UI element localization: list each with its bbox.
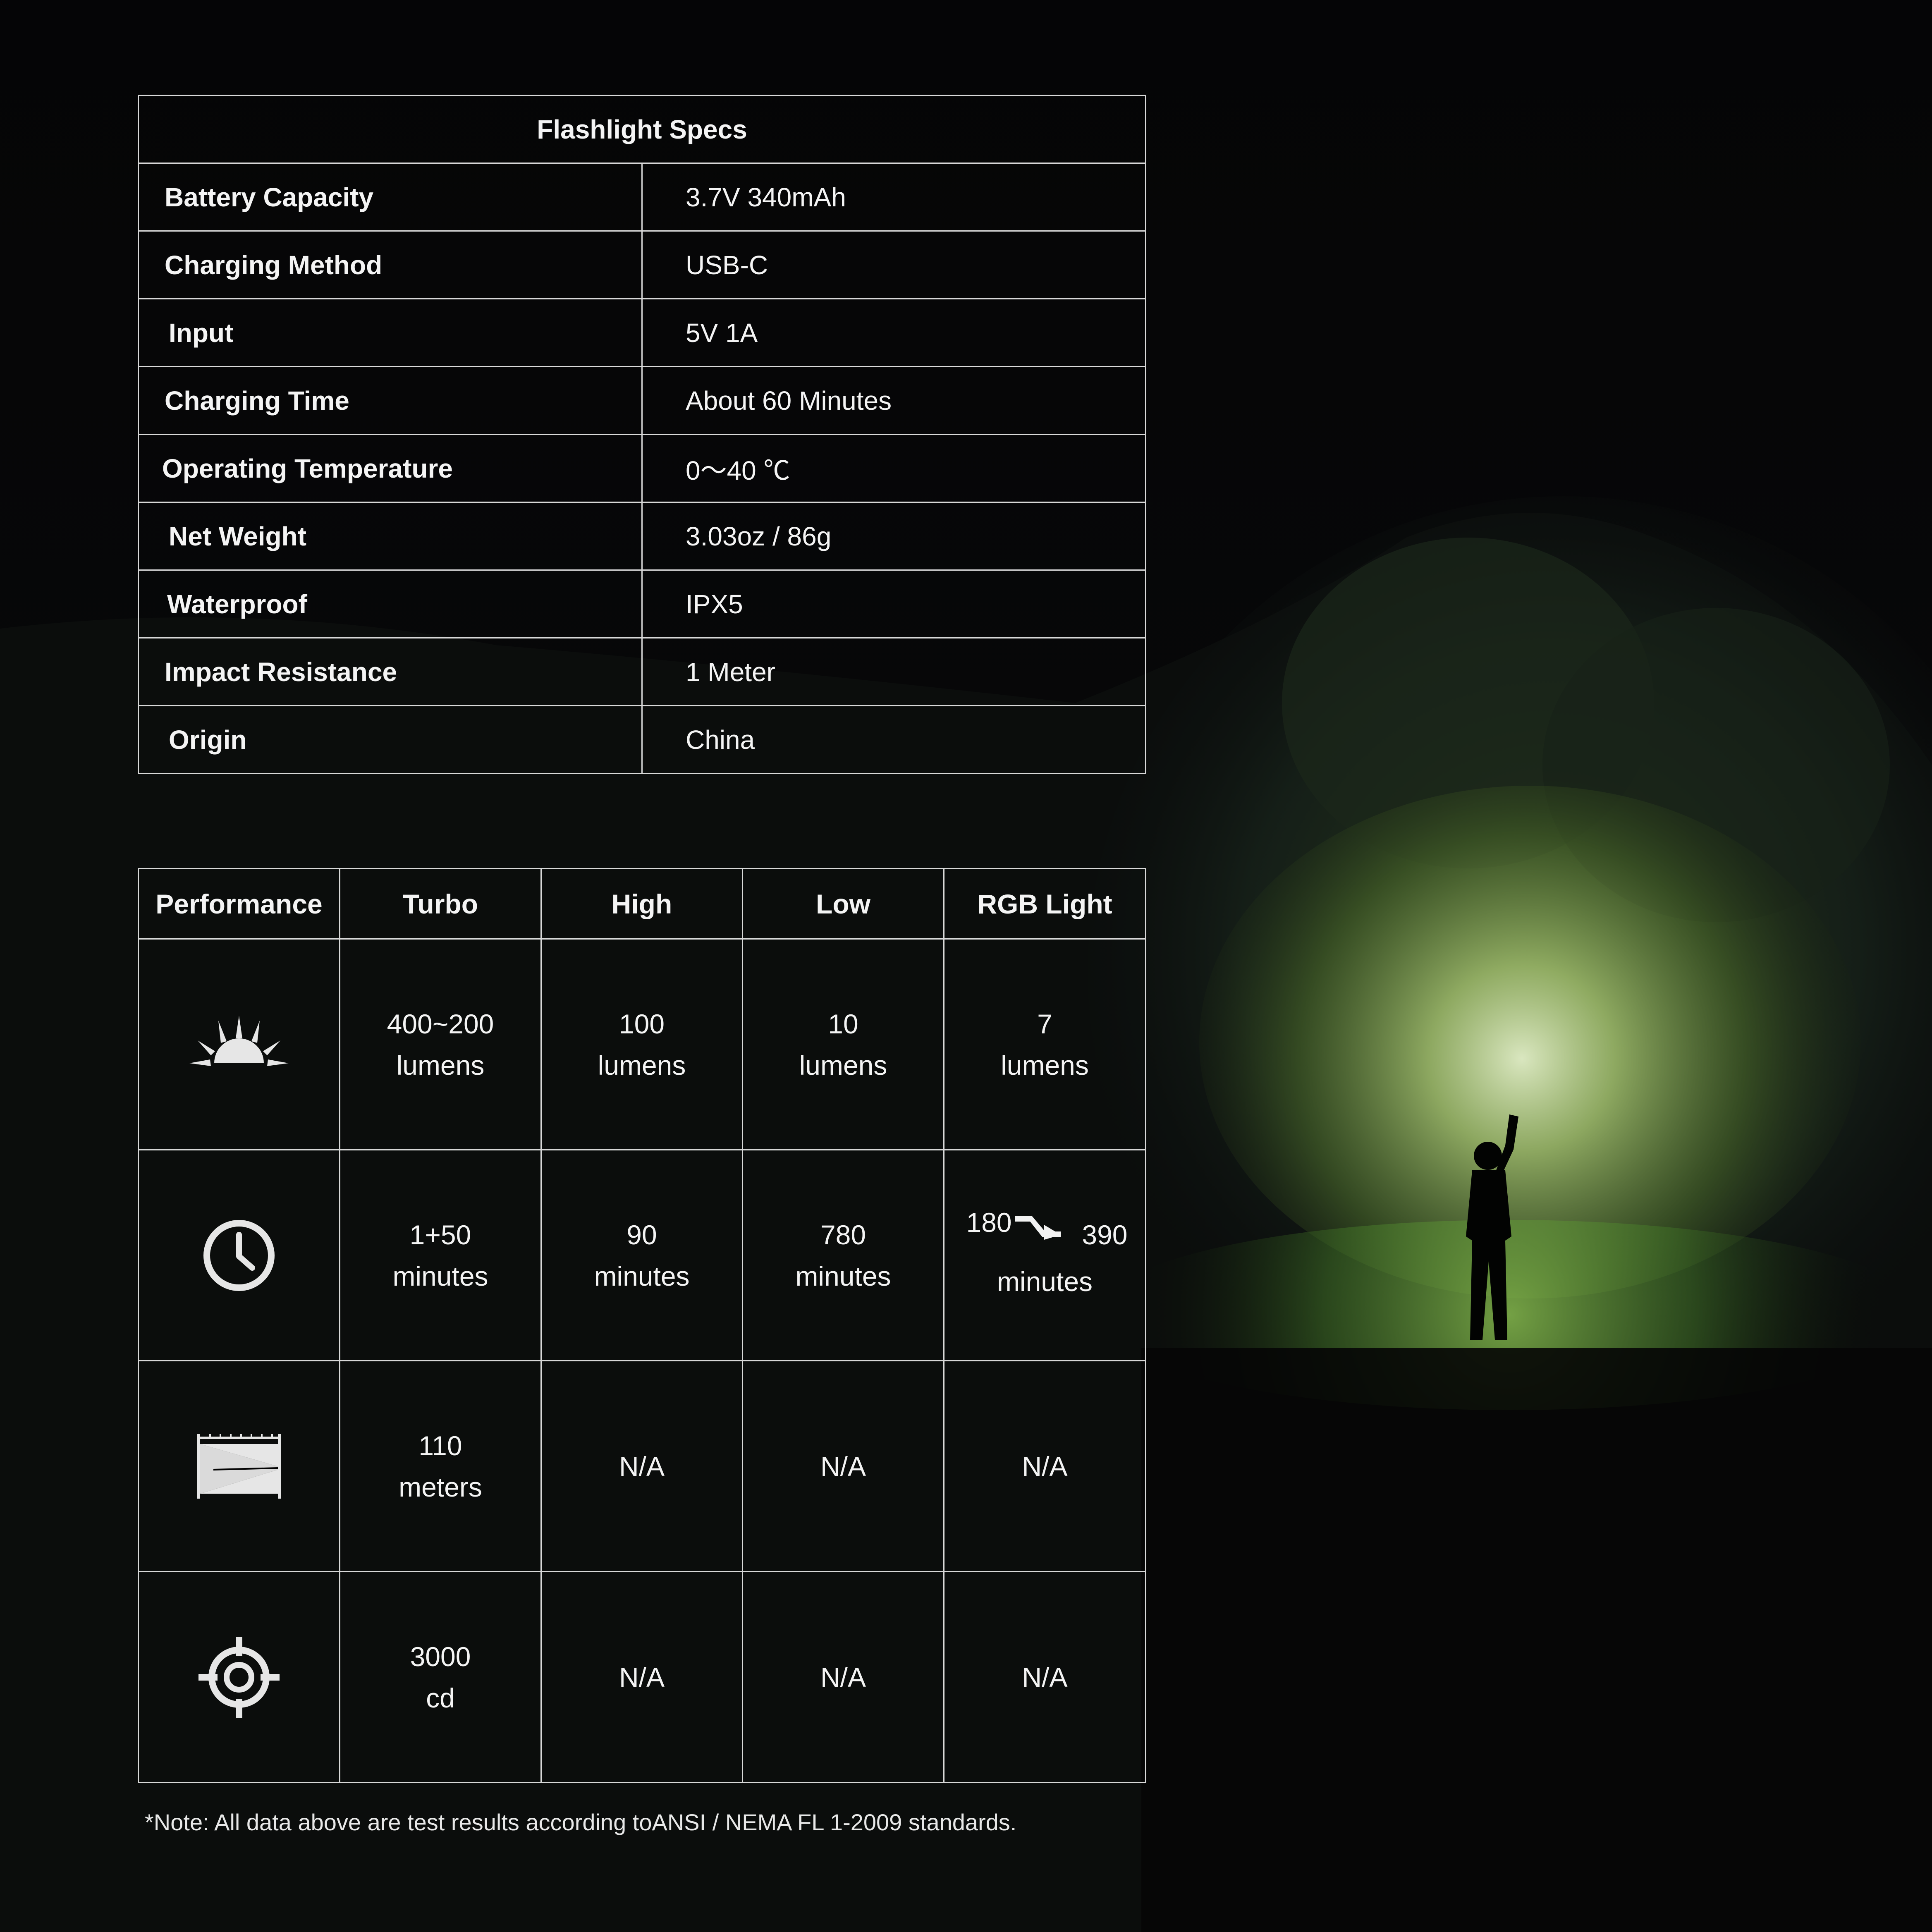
distance-row: 110 meters N/A N/A N/A bbox=[138, 1360, 1146, 1572]
spec-label: Impact Resistance bbox=[138, 637, 643, 706]
spec-label: Battery Capacity bbox=[138, 163, 643, 232]
rgb-runtime-end: 390 bbox=[1082, 1219, 1128, 1250]
spec-label: Input bbox=[138, 298, 643, 367]
rgb-runtime-step: 180 390 bbox=[962, 1207, 1128, 1250]
high-runtime-unit: minutes bbox=[594, 1260, 690, 1291]
header-high: High bbox=[540, 868, 743, 940]
spec-row: Input 5V 1A bbox=[138, 298, 1146, 367]
spec-table: Flashlight Specs Battery Capacity 3.7V 3… bbox=[138, 95, 1146, 774]
spec-value: 3.03oz / 86g bbox=[641, 502, 1146, 571]
spec-label: Charging Time bbox=[138, 366, 643, 435]
spec-row: Waterproof IPX5 bbox=[138, 569, 1146, 638]
turbo-lumens-value: 400~200 bbox=[387, 1008, 494, 1039]
high-runtime-value: 90 bbox=[626, 1219, 657, 1250]
beam-distance-icon bbox=[197, 1434, 281, 1499]
high-distance: N/A bbox=[540, 1360, 743, 1572]
beam-distance-icon-cell bbox=[138, 1360, 340, 1572]
turbo-distance-value: 110 bbox=[418, 1430, 462, 1461]
low-intensity: N/A bbox=[742, 1571, 944, 1783]
high-intensity: N/A bbox=[540, 1571, 743, 1783]
header-turbo: Turbo bbox=[339, 868, 542, 940]
spec-value: 0～40 ℃ bbox=[641, 434, 1146, 503]
header-rgb-light: RGB Light bbox=[943, 868, 1146, 940]
step-down-arrow-icon bbox=[1015, 1216, 1061, 1240]
rgb-lumens-unit: lumens bbox=[1001, 1050, 1089, 1081]
rgb-intensity: N/A bbox=[943, 1571, 1146, 1783]
turbo-intensity-value: 3000 bbox=[410, 1641, 471, 1672]
spec-row: Origin China bbox=[138, 705, 1146, 774]
runtime-row: 1+50 minutes 90 minutes 780 minutes 180 … bbox=[138, 1149, 1146, 1361]
turbo-lumens: 400~200 lumens bbox=[339, 938, 542, 1150]
standards-note: *Note: All data above are test results a… bbox=[145, 1809, 1017, 1835]
high-lumens: 100 lumens bbox=[540, 938, 743, 1150]
low-runtime: 780 minutes bbox=[742, 1149, 944, 1361]
low-lumens: 10 lumens bbox=[742, 938, 944, 1150]
spec-row: Battery Capacity 3.7V 340mAh bbox=[138, 163, 1146, 232]
turbo-distance-unit: meters bbox=[399, 1471, 482, 1502]
intensity-row: 3000 cd N/A N/A N/A bbox=[138, 1571, 1146, 1783]
spec-value: IPX5 bbox=[641, 569, 1146, 638]
spec-label: Operating Temperature bbox=[138, 434, 643, 503]
lumens-row: 400~200 lumens 100 lumens 10 lumens 7 lu… bbox=[138, 938, 1146, 1150]
high-runtime: 90 minutes bbox=[540, 1149, 743, 1361]
turbo-runtime: 1+50 minutes bbox=[339, 1149, 542, 1361]
spec-label: Origin bbox=[138, 705, 643, 774]
spec-value: 3.7V 340mAh bbox=[641, 163, 1146, 232]
turbo-intensity: 3000 cd bbox=[339, 1571, 542, 1783]
spec-row: Impact Resistance 1 Meter bbox=[138, 637, 1146, 706]
spec-table-title: Flashlight Specs bbox=[138, 95, 1146, 164]
rgb-runtime: 180 390 minutes bbox=[943, 1149, 1146, 1361]
performance-header-row: Performance Turbo High Low RGB Light bbox=[138, 868, 1146, 940]
turbo-runtime-value: 1+50 bbox=[409, 1219, 471, 1250]
rgb-lumens-value: 7 bbox=[1037, 1008, 1052, 1039]
brightness-icon bbox=[189, 1015, 289, 1066]
spec-row: Charging Time About 60 Minutes bbox=[138, 366, 1146, 435]
rgb-distance: N/A bbox=[943, 1360, 1146, 1572]
high-lumens-value: 100 bbox=[619, 1008, 665, 1039]
spec-label: Charging Method bbox=[138, 230, 643, 299]
clock-icon-cell bbox=[138, 1149, 340, 1361]
clock-icon bbox=[203, 1219, 275, 1291]
rgb-runtime-start: 180 bbox=[966, 1207, 1012, 1238]
spec-value: About 60 Minutes bbox=[641, 366, 1146, 435]
spec-row: Net Weight 3.03oz / 86g bbox=[138, 502, 1146, 571]
target-icon-cell bbox=[138, 1571, 340, 1783]
target-icon bbox=[198, 1636, 280, 1718]
spec-value: 1 Meter bbox=[641, 637, 1146, 706]
header-low: Low bbox=[742, 868, 944, 940]
turbo-lumens-unit: lumens bbox=[396, 1050, 485, 1081]
performance-table: Performance Turbo High Low RGB Light 400… bbox=[138, 868, 1146, 1783]
high-lumens-unit: lumens bbox=[598, 1050, 686, 1081]
spec-row: Charging Method USB-C bbox=[138, 230, 1146, 299]
turbo-runtime-unit: minutes bbox=[392, 1260, 488, 1291]
spec-value: USB-C bbox=[641, 230, 1146, 299]
spec-title-row: Flashlight Specs bbox=[138, 95, 1146, 164]
spec-label: Net Weight bbox=[138, 502, 643, 571]
spec-value: China bbox=[641, 705, 1146, 774]
low-lumens-value: 10 bbox=[828, 1008, 858, 1039]
spec-row: Operating Temperature 0～40 ℃ bbox=[138, 434, 1146, 503]
spec-value: 5V 1A bbox=[641, 298, 1146, 367]
low-runtime-unit: minutes bbox=[795, 1260, 891, 1291]
low-runtime-value: 780 bbox=[820, 1219, 866, 1250]
spec-label: Waterproof bbox=[138, 569, 643, 638]
header-performance: Performance bbox=[138, 868, 340, 940]
turbo-intensity-unit: cd bbox=[426, 1682, 455, 1713]
rgb-runtime-unit: minutes bbox=[997, 1266, 1093, 1297]
rgb-lumens: 7 lumens bbox=[943, 938, 1146, 1150]
low-distance: N/A bbox=[742, 1360, 944, 1572]
brightness-icon-cell bbox=[138, 938, 340, 1150]
turbo-distance: 110 meters bbox=[339, 1360, 542, 1572]
low-lumens-unit: lumens bbox=[799, 1050, 887, 1081]
